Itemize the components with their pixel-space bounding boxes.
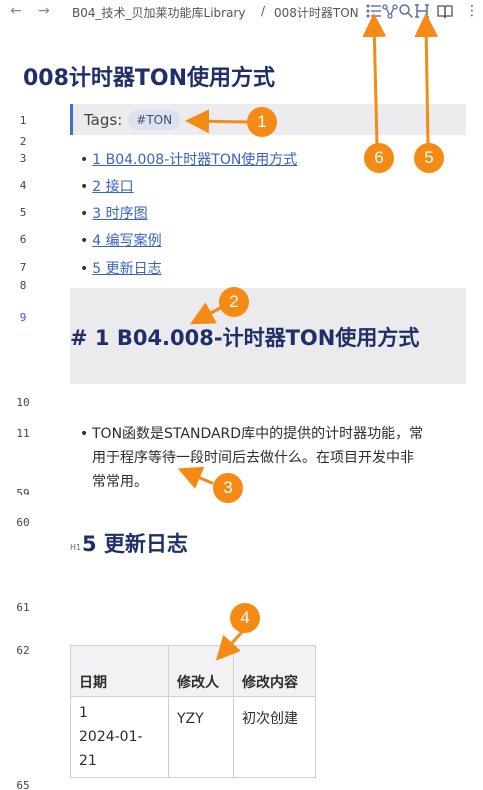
line-number: 4 <box>19 179 27 192</box>
line-number: 11 <box>16 427 30 440</box>
table-cell: YZY <box>168 696 234 778</box>
breadcrumb-separator: / <box>261 4 266 18</box>
line-number: 61 <box>16 601 30 614</box>
toc-link[interactable]: 2 接口 <box>92 179 133 195</box>
toc-link[interactable]: 3 时序图 <box>92 206 147 222</box>
line-number: 60 <box>16 516 30 529</box>
toc-link[interactable]: 4 编写案例 <box>92 233 161 249</box>
line-number: 9 <box>19 311 27 324</box>
arrow-left-icon[interactable]: ← <box>8 3 24 19</box>
heading-icon[interactable] <box>413 2 431 20</box>
line-number: 5 <box>19 206 27 219</box>
tags-label: Tags: <box>84 110 123 129</box>
toc-item[interactable]: • 1 B04.008-计时器TON使用方式 <box>80 149 297 169</box>
line-number: 1 <box>19 114 27 127</box>
toc-item[interactable]: • 4 编写案例 <box>80 230 162 250</box>
annotation-marker: 3 <box>213 473 243 503</box>
paragraph-line: 常常用。 <box>92 474 148 490</box>
line-number: 8 <box>19 279 27 292</box>
top-bar: ← → B04_技术_贝加莱功能库Library / 008计时器TON ⋮ <box>0 0 483 24</box>
annotation-marker: 4 <box>230 603 260 633</box>
table-cell: 初次创建 <box>233 696 316 778</box>
paragraph-line: 用于程序等待一段时间后去做什么。在项目开发中非 <box>92 450 414 466</box>
annotation-marker: 5 <box>414 143 444 173</box>
arrow-right-icon[interactable]: → <box>36 3 52 19</box>
annotation-marker: 1 <box>247 107 277 137</box>
list-item: • TON函数是STANDARD库中的提供的计时器功能，常 用于程序等待一段时间… <box>80 422 465 494</box>
section-heading: # 1 B04.008-计时器TON使用方式 <box>70 326 420 350</box>
tag-chip[interactable]: #TON <box>128 109 181 130</box>
line-number: 6 <box>19 233 27 246</box>
annotation-marker: 6 <box>364 143 394 173</box>
table-header: 修改内容 <box>233 645 316 697</box>
line-number: 65 <box>16 779 30 790</box>
more-icon[interactable]: ⋮ <box>463 2 481 20</box>
changelog-table: 日期 修改人 修改内容 1 2024-01-21 YZY 初次创建 <box>70 645 316 778</box>
book-icon[interactable] <box>436 2 454 20</box>
table-row: 1 2024-01-21 YZY 初次创建 <box>70 696 316 778</box>
page-title: 008计时器TON使用方式 <box>23 66 276 91</box>
line-number: 2 <box>19 135 27 148</box>
toc-item[interactable]: • 5 更新日志 <box>80 258 162 278</box>
table-header: 日期 <box>70 645 169 697</box>
line-number: 7 <box>19 261 27 274</box>
section-heading: 5 更新日志 <box>82 532 188 556</box>
paragraph-line: TON函数是STANDARD库中的提供的计时器功能，常 <box>92 426 424 442</box>
table-header: 修改人 <box>168 645 234 697</box>
table-cell: 1 2024-01-21 <box>70 696 169 778</box>
toc-link[interactable]: 5 更新日志 <box>92 261 161 277</box>
breadcrumb-current: 008计时器TON <box>274 6 358 20</box>
annotation-marker: 2 <box>219 287 249 317</box>
breadcrumb-folder[interactable]: B04_技术_贝加莱功能库Library <box>72 4 245 21</box>
line-number: 3 <box>19 152 27 165</box>
toc-link[interactable]: 1 B04.008-计时器TON使用方式 <box>92 152 297 168</box>
toc-item[interactable]: • 2 接口 <box>80 176 134 196</box>
line-number: 10 <box>16 396 30 409</box>
heading-level-label: H1 <box>70 543 82 552</box>
line-number: 59 <box>16 487 30 495</box>
toc-item[interactable]: • 3 时序图 <box>80 203 148 223</box>
line-number: 62 <box>16 644 30 657</box>
